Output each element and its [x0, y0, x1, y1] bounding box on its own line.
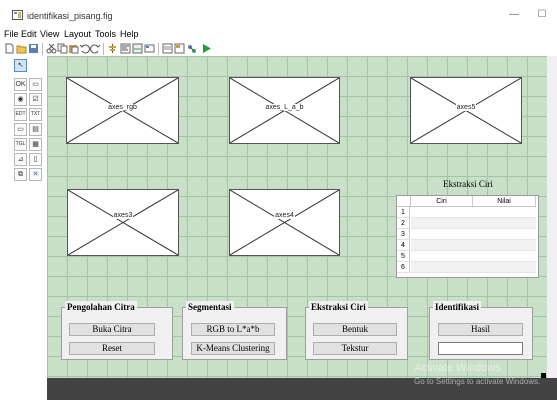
slider-icon[interactable]: ▭	[29, 78, 42, 91]
axes-4[interactable]: axes4	[229, 189, 340, 256]
editor-icon[interactable]	[162, 43, 173, 54]
new-file-icon[interactable]	[4, 43, 15, 54]
feature-table-title: Ekstraksi Ciri	[443, 179, 493, 189]
hasil-button[interactable]: Hasil	[438, 323, 523, 336]
menu-bar: File Edit View Layout Tools Help	[0, 28, 557, 42]
window-title: identifikasi_pisang.fig	[27, 11, 113, 21]
paste-icon[interactable]	[68, 43, 79, 54]
axes-rgb[interactable]: axes_rgb	[66, 77, 179, 144]
property-inspector-icon[interactable]	[174, 43, 185, 54]
toolbar-separator	[103, 43, 104, 55]
axes-3[interactable]: axes3	[67, 189, 179, 256]
panel-title: Segmentasi	[186, 301, 234, 313]
table-icon[interactable]: ▦	[29, 138, 42, 151]
align-icon[interactable]	[107, 43, 118, 54]
title-bar: identifikasi_pisang.fig — ☐	[0, 0, 557, 28]
axes-placeholder-cross	[68, 190, 178, 255]
panel-icon[interactable]: ▯	[29, 153, 42, 166]
menu-view[interactable]: View	[40, 29, 59, 39]
activate-windows-watermark: Activate Windows	[414, 362, 501, 374]
checkbox-icon[interactable]: ☑	[29, 93, 42, 106]
table-row[interactable]	[411, 251, 536, 262]
reset-button[interactable]: Reset	[69, 342, 155, 355]
table-row-number: 4	[397, 240, 410, 251]
menu-tools[interactable]: Tools	[95, 29, 116, 39]
axes-placeholder-cross	[230, 190, 339, 255]
undo-icon[interactable]	[79, 43, 90, 54]
panel-pengolahan-citra[interactable]: Pengolahan Citra Buka Citra Reset	[61, 301, 173, 360]
table-row-number: 1	[397, 207, 410, 218]
table-row-number: 6	[397, 262, 410, 273]
kmeans-clustering-button[interactable]: K-Means Clustering	[191, 342, 275, 355]
panel-title: Identifikasi	[433, 301, 482, 313]
menu-help[interactable]: Help	[120, 29, 139, 39]
panel-title: Pengolahan Citra	[65, 301, 137, 313]
menu-layout[interactable]: Layout	[64, 29, 91, 39]
table-row[interactable]	[411, 262, 536, 273]
radio-button-icon[interactable]: ◉	[14, 93, 27, 106]
run-icon[interactable]	[201, 43, 212, 54]
toolbar-separator	[158, 43, 159, 55]
table-row[interactable]	[411, 240, 536, 251]
axes-label: axes_L_a_b	[264, 104, 305, 111]
toolbar-editor-icon[interactable]	[144, 43, 155, 54]
minimize-button[interactable]: —	[503, 8, 525, 22]
button-group-icon[interactable]: ⧉	[14, 168, 27, 181]
activex-icon[interactable]: ✕	[29, 168, 42, 181]
static-text-icon[interactable]: TXT	[29, 108, 42, 121]
table-column-header[interactable]: Nilai	[473, 196, 536, 207]
rgb-to-lab-button[interactable]: RGB to L*a*b	[191, 323, 275, 336]
canvas-right-margin	[547, 56, 557, 378]
table-row[interactable]	[411, 218, 536, 229]
table-corner-cell	[397, 196, 411, 207]
toolbar-separator	[42, 43, 43, 55]
popup-menu-icon[interactable]: ▭	[14, 123, 27, 136]
table-row-number: 5	[397, 251, 410, 262]
toolbar	[0, 42, 557, 56]
axes-5[interactable]: axes5	[410, 77, 522, 144]
canvas-resize-handle[interactable]	[541, 373, 546, 378]
save-icon[interactable]	[28, 43, 39, 54]
select-icon[interactable]: ↖	[14, 59, 27, 72]
listbox-icon[interactable]: ▤	[29, 123, 42, 136]
feature-table[interactable]: Ciri Nilai 1 2 3 4 5 6	[396, 195, 539, 278]
panel-segmentasi[interactable]: Segmentasi RGB to L*a*b K-Means Clusteri…	[182, 301, 287, 360]
axes-label: axes3	[112, 212, 134, 219]
hasil-output-field[interactable]	[438, 342, 523, 355]
panel-identifikasi[interactable]: Identifikasi Hasil	[429, 301, 533, 360]
tab-order-icon[interactable]	[132, 43, 143, 54]
open-folder-icon[interactable]	[16, 43, 27, 54]
redo-icon[interactable]	[90, 43, 101, 54]
table-row-number: 3	[397, 229, 410, 240]
axes-lab[interactable]: axes_L_a_b	[229, 77, 340, 144]
maximize-button[interactable]: ☐	[531, 8, 553, 22]
axes-label: axes5	[455, 104, 477, 111]
tekstur-button[interactable]: Tekstur	[313, 342, 397, 355]
copy-icon[interactable]	[57, 43, 68, 54]
panel-title: Ekstraksi Ciri	[309, 301, 368, 313]
menu-editor-icon[interactable]	[120, 43, 131, 54]
edit-text-icon[interactable]: EDT	[14, 108, 27, 121]
axes-label: axes_rgb	[107, 104, 138, 111]
axes-label: axes4	[274, 212, 295, 219]
menu-edit[interactable]: Edit	[21, 29, 37, 39]
menu-file[interactable]: File	[4, 29, 19, 39]
push-button-icon[interactable]: OK	[14, 78, 27, 91]
table-column-header[interactable]: Ciri	[411, 196, 473, 207]
cut-icon[interactable]	[46, 43, 57, 54]
table-row[interactable]	[411, 207, 536, 218]
component-palette: ↖ OK ▭ ◉ ☑ EDT TXT ▭ ▤ TGL ▦ ⊿ ▯ ⧉ ✕	[0, 56, 44, 400]
object-browser-icon[interactable]	[186, 43, 197, 54]
toggle-button-icon[interactable]: TGL	[14, 138, 27, 151]
panel-ekstraksi-ciri[interactable]: Ekstraksi Ciri Bentuk Tekstur	[305, 301, 408, 360]
table-row[interactable]	[411, 229, 536, 240]
buka-citra-button[interactable]: Buka Citra	[69, 323, 155, 336]
activate-windows-subtext: Go to Settings to activate Windows.	[414, 377, 541, 386]
table-row-number: 2	[397, 218, 410, 229]
axes-icon[interactable]: ⊿	[14, 153, 27, 166]
guide-app-icon	[12, 10, 23, 20]
bentuk-button[interactable]: Bentuk	[313, 323, 397, 336]
